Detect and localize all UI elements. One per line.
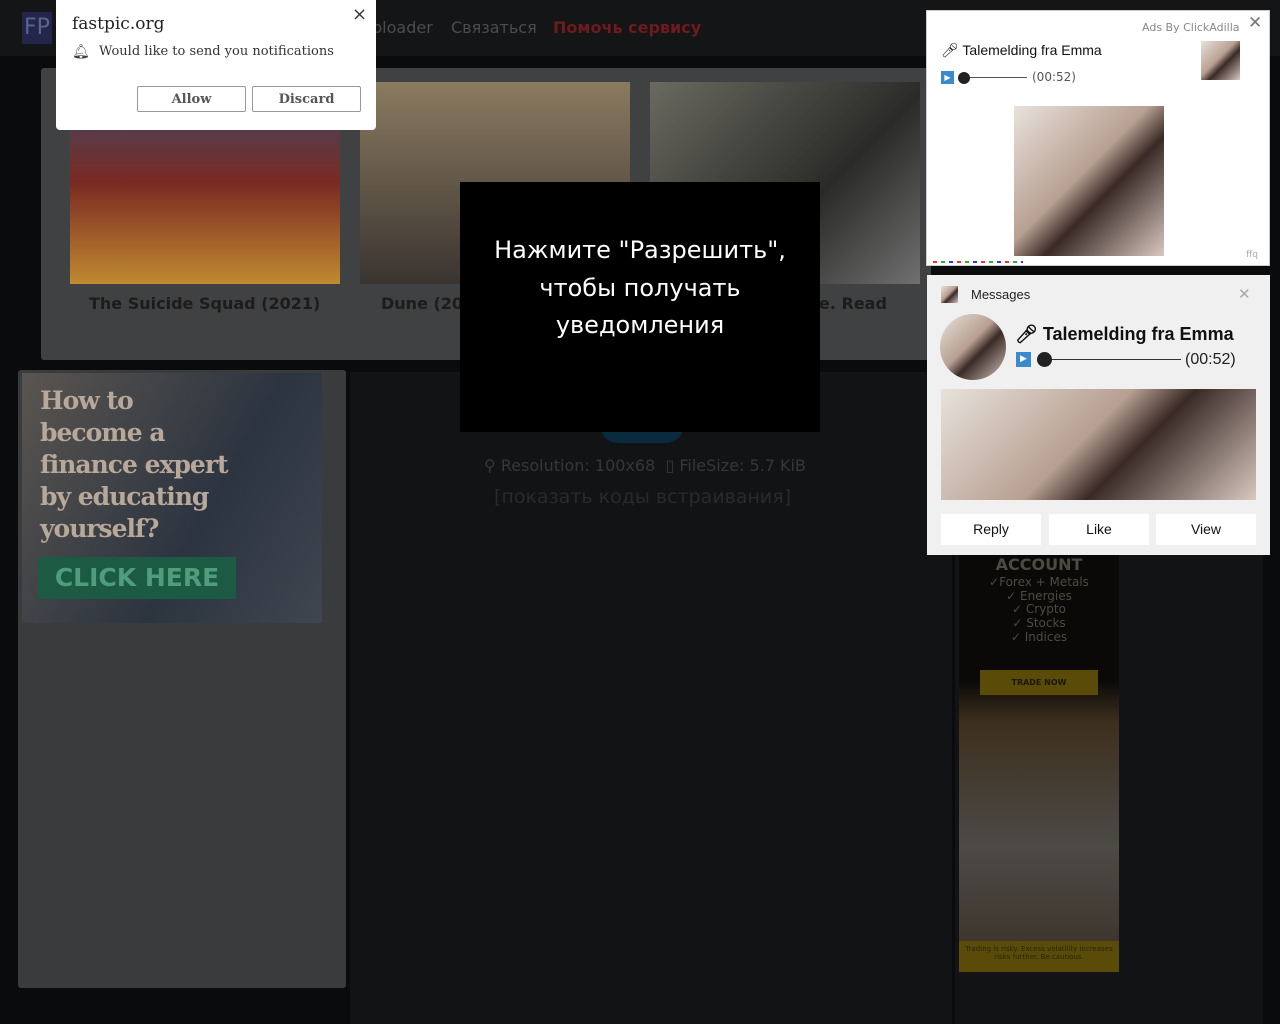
click-here-button[interactable]: CLICK HERE	[38, 557, 236, 599]
trade-heading: ACCOUNT	[995, 555, 1083, 574]
message-title: 🎤︎ Talemelding fra Emma	[1015, 324, 1234, 345]
audio-progress[interactable]	[1045, 359, 1181, 360]
play-icon[interactable]: ▶	[1016, 352, 1031, 367]
notification-permission-dialog: fastpic.org × 🔔︎ Would like to send you …	[56, 0, 376, 130]
trade-now-button[interactable]: TRADE NOW	[980, 670, 1098, 695]
ad-footer: ffq	[1246, 250, 1258, 260]
show-embed-codes-link[interactable]: [показать коды встраивания]	[494, 486, 791, 508]
progress-knob[interactable]	[958, 72, 970, 84]
trade-items: ✓Forex + Metals ✓ Energies ✓ Crypto ✓ St…	[959, 575, 1119, 645]
resolution-text: Resolution: 100x68	[500, 456, 656, 475]
nav-link-donate[interactable]: Помочь сервису	[553, 18, 701, 37]
allow-notifications-prompt: Нажмите "Разрешить", чтобы получать увед…	[460, 182, 820, 432]
filesize-text: FileSize: 5.7 KiB	[679, 456, 806, 475]
audio-duration: (00:52)	[1032, 70, 1076, 84]
clickadilla-ad-popup[interactable]: Ads By ClickAdilla ✕ 🎤︎ Talemelding fra …	[926, 10, 1270, 266]
file-icon: ▯	[660, 456, 675, 475]
bell-icon: 🔔︎	[72, 44, 90, 60]
ad-title: 🎤︎ Talemelding fra Emma	[941, 42, 1102, 59]
microphone-icon: 🎤︎	[941, 42, 963, 58]
trade-item: ✓ Crypto	[1012, 602, 1066, 617]
ads-by-label: Ads By ClickAdilla	[1142, 21, 1240, 34]
message-photo[interactable]	[941, 389, 1256, 500]
close-icon[interactable]: ×	[352, 4, 367, 25]
close-icon[interactable]: ✕	[1238, 285, 1251, 303]
trade-item: ✓ Stocks	[1012, 616, 1066, 631]
message-title-text: Talemelding fra Emma	[1042, 324, 1234, 344]
audio-progress[interactable]	[963, 77, 1027, 78]
search-icon: ⚲	[484, 456, 496, 475]
avatar	[1201, 41, 1240, 80]
card-title[interactable]: e. Read	[819, 294, 887, 313]
ad-photo[interactable]	[1014, 106, 1164, 256]
trade-item: ✓ Indices	[1010, 629, 1068, 644]
ad-title-text: Talemelding fra Emma	[962, 42, 1102, 58]
allow-button[interactable]: Allow	[137, 86, 246, 112]
finance-ad-banner[interactable]: How to become a finance expert by educat…	[22, 373, 322, 623]
messages-ad-popup[interactable]: Messages ✕ 🎤︎ Talemelding fra Emma ▶ (00…	[927, 275, 1270, 555]
nav-link-uploader[interactable]: ploader	[372, 18, 433, 37]
color-strip	[933, 261, 1023, 263]
trade-item: ✓Forex + Metals	[989, 575, 1089, 589]
trade-item: ✓ Energies	[1006, 588, 1072, 603]
audio-duration: (00:52)	[1185, 351, 1236, 368]
site-logo[interactable]: FP	[22, 12, 52, 44]
ad-headline: How to become a finance expert by educat…	[40, 386, 229, 543]
messages-header: Messages	[971, 287, 1031, 302]
play-icon[interactable]: ▶	[941, 71, 954, 84]
messages-avatar	[941, 286, 958, 303]
dialog-message: Would like to send you notifications	[99, 44, 334, 59]
trade-ad-banner[interactable]: ACCOUNT ✓Forex + Metals ✓ Energies ✓ Cry…	[959, 555, 1119, 972]
view-button[interactable]: View	[1156, 514, 1256, 545]
sender-avatar	[940, 314, 1006, 380]
like-button[interactable]: Like	[1049, 514, 1149, 545]
microphone-icon: 🎤︎	[1015, 324, 1043, 344]
card-title[interactable]: The Suicide Squad (2021)	[89, 294, 320, 313]
reply-button[interactable]: Reply	[941, 514, 1041, 545]
nav-link-contact[interactable]: Связаться	[451, 18, 537, 37]
dialog-site-name: fastpic.org	[72, 14, 165, 34]
discard-button[interactable]: Discard	[252, 86, 361, 112]
image-meta: ⚲ Resolution: 100x68 ▯ FileSize: 5.7 KiB	[484, 456, 806, 475]
progress-knob[interactable]	[1037, 352, 1052, 367]
close-icon[interactable]: ✕	[1248, 13, 1262, 33]
trade-disclaimer: Trading is risky. Excess volatility incr…	[959, 941, 1119, 972]
card-title[interactable]: Dune (20	[381, 294, 463, 313]
